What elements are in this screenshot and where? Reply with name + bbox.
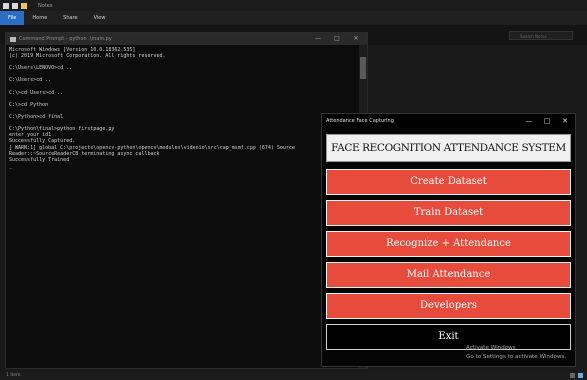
- explorer-title: Notes: [38, 2, 53, 9]
- app-minimize-button[interactable]: —: [521, 114, 537, 128]
- search-input[interactable]: Search Notes: [509, 31, 573, 40]
- minimize-button[interactable]: —: [309, 33, 327, 45]
- train-dataset-button[interactable]: Train Dataset: [326, 200, 571, 226]
- developers-button[interactable]: Developers: [326, 293, 571, 319]
- app-icon: [3, 2, 9, 9]
- ribbon-tabs: File Home Share View: [0, 11, 587, 25]
- cmd-line: _: [9, 162, 13, 169]
- app-title: Attendance Face Capturing: [326, 118, 394, 124]
- terminal-icon: [10, 36, 16, 42]
- tab-file[interactable]: File: [0, 11, 25, 25]
- create-dataset-button[interactable]: Create Dataset: [326, 169, 571, 195]
- tab-share[interactable]: Share: [55, 11, 85, 25]
- command-prompt-window: Command Prompt - python .\main.py — □ ✕ …: [5, 32, 368, 369]
- quick-access-icon[interactable]: [12, 2, 18, 9]
- app-titlebar: Attendance Face Capturing — □ ✕: [322, 114, 575, 128]
- activate-windows-watermark: Activate Windows: [466, 345, 516, 351]
- details-view-icon[interactable]: [570, 373, 575, 378]
- status-bar: 1 item: [0, 371, 587, 380]
- app-maximize-button[interactable]: □: [539, 114, 555, 128]
- app-close-button[interactable]: ✕: [557, 114, 573, 128]
- mail-attendance-button[interactable]: Mail Attendance: [326, 262, 571, 288]
- recognize-attendance-button[interactable]: Recognize + Attendance: [326, 231, 571, 257]
- cmd-titlebar: Command Prompt - python .\main.py — □ ✕: [6, 33, 367, 45]
- cmd-output[interactable]: Microsoft Windows [Version 10.0.18362.53…: [9, 47, 357, 368]
- page-title: FACE RECOGNITION ATTENDANCE SYSTEM: [326, 134, 571, 162]
- item-count: 1 item: [6, 373, 21, 378]
- close-button[interactable]: ✕: [347, 33, 365, 45]
- cmd-title: Command Prompt - python .\main.py: [19, 36, 112, 42]
- tab-view[interactable]: View: [86, 11, 114, 25]
- explorer-titlebar: Notes: [0, 0, 587, 11]
- scrollbar-thumb[interactable]: [360, 57, 366, 79]
- tab-home[interactable]: Home: [24, 11, 55, 25]
- folder-icon: [21, 2, 27, 9]
- activate-windows-hint: Go to Settings to activate Windows.: [466, 354, 567, 360]
- maximize-button[interactable]: □: [328, 33, 346, 45]
- large-icons-view-icon[interactable]: [578, 373, 583, 378]
- exit-button[interactable]: Exit: [326, 324, 571, 350]
- attendance-app-window: Attendance Face Capturing — □ ✕ FACE REC…: [321, 113, 576, 367]
